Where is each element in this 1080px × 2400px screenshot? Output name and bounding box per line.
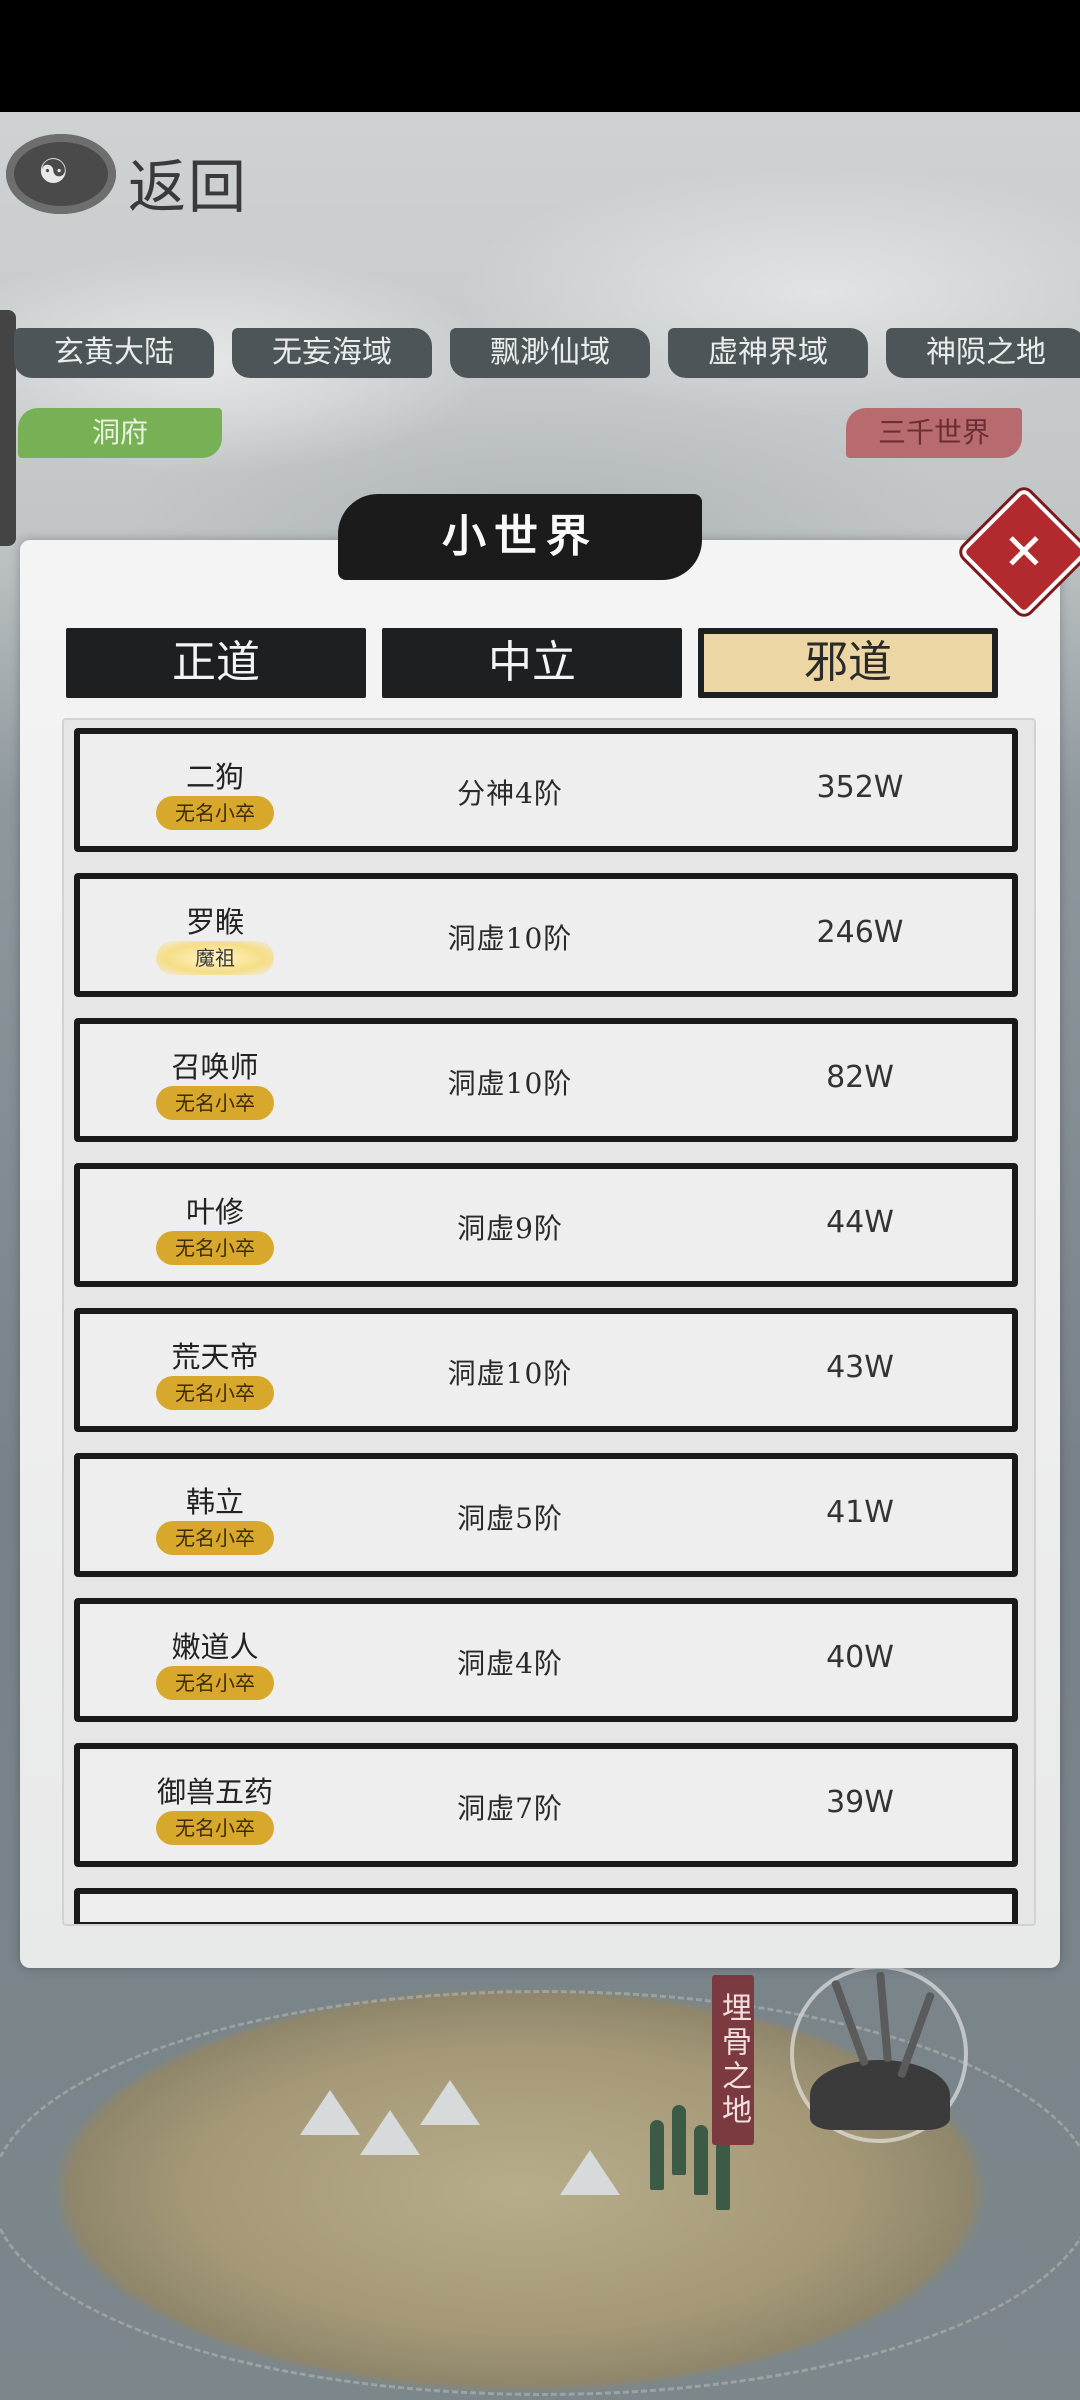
cultivation-realm: 洞虚7阶 (457, 1792, 563, 1825)
close-icon: ✕ (1003, 523, 1045, 581)
player-name: 荒天帝 (171, 1340, 259, 1374)
rank-row[interactable]: 御兽五药 无名小卒 洞虚7阶 39W (74, 1743, 1018, 1867)
rank-row-partial[interactable] (74, 1888, 1018, 1924)
combat-power: 246W (816, 915, 904, 950)
rank-row[interactable]: 荒天帝 无名小卒 洞虚10阶 43W (74, 1308, 1018, 1432)
return-button[interactable]: ☯ 返回 (0, 112, 280, 282)
title-badge: 无名小卒 (156, 1521, 274, 1555)
cultivation-realm: 洞虚9阶 (457, 1212, 563, 1245)
title-badge: 无名小卒 (156, 1811, 274, 1845)
combat-power: 40W (826, 1640, 894, 1675)
rank-list[interactable]: 二狗 无名小卒 分神4阶 352W 罗睺 魔祖 洞虚10阶 246W 召唤师 无… (62, 718, 1036, 1926)
combat-power: 41W (826, 1495, 894, 1530)
player-name: 御兽五药 (156, 1775, 273, 1809)
mountain-icon (300, 2090, 360, 2135)
tree-icon (694, 2125, 708, 2195)
region-sign-label: 埋骨之地 (716, 1992, 751, 2128)
cultivation-realm: 洞虚10阶 (447, 922, 573, 955)
tab-evil[interactable]: 邪道 (698, 628, 998, 698)
tab-neutral[interactable]: 中立 (382, 628, 682, 698)
cultivation-realm: 洞虚10阶 (447, 1067, 573, 1100)
dialog-title: 小世界 (338, 494, 702, 580)
rank-row[interactable]: 韩立 无名小卒 洞虚5阶 41W (74, 1453, 1018, 1577)
rank-row[interactable]: 二狗 无名小卒 分神4阶 352W (74, 728, 1018, 852)
tab-wuwang-sea[interactable]: 无妄海域 (232, 328, 432, 378)
tab-shenyun-land[interactable]: 神陨之地 (886, 328, 1080, 378)
tab-righteous[interactable]: 正道 (66, 628, 366, 698)
cultivation-realm: 洞虚10阶 (447, 1357, 573, 1390)
tree-icon (716, 2140, 730, 2210)
player-name: 嫩道人 (171, 1630, 259, 1664)
rank-row[interactable]: 召唤师 无名小卒 洞虚10阶 82W (74, 1018, 1018, 1142)
combat-power: 44W (826, 1205, 894, 1240)
player-name: 罗睺 (185, 905, 244, 939)
mountain-icon (560, 2150, 620, 2195)
player-name: 召唤师 (171, 1050, 259, 1084)
tab-xuanhuang-continent[interactable]: 玄黄大陆 (14, 328, 214, 378)
cultivation-realm: 分神4阶 (457, 777, 563, 810)
tab-xushen-realm[interactable]: 虚神界域 (668, 328, 868, 378)
cultivation-realm: 洞虚5阶 (457, 1502, 563, 1535)
sword-rock-icon (810, 2060, 950, 2130)
mountain-icon (420, 2080, 480, 2125)
taiji-glyph-icon: ☯ (38, 152, 69, 192)
title-badge: 无名小卒 (156, 1666, 274, 1700)
cultivation-realm: 洞虚4阶 (457, 1647, 563, 1680)
combat-power: 352W (816, 770, 904, 805)
cave-button[interactable]: 洞府 (18, 408, 222, 458)
player-name: 叶修 (185, 1195, 244, 1229)
title-badge: 无名小卒 (156, 1231, 274, 1265)
tree-icon (650, 2120, 664, 2190)
rank-row[interactable]: 嫩道人 无名小卒 洞虚4阶 40W (74, 1598, 1018, 1722)
rank-row[interactable]: 叶修 无名小卒 洞虚9阶 44W (74, 1163, 1018, 1287)
tab-piaomiao-realm[interactable]: 飘渺仙域 (450, 328, 650, 378)
player-name: 韩立 (185, 1485, 244, 1519)
combat-power: 39W (826, 1785, 894, 1820)
tree-icon (672, 2105, 686, 2175)
mountain-icon (360, 2110, 420, 2155)
title-badge: 魔祖 (156, 941, 274, 975)
region-sign-burial-land[interactable]: 埋骨之地 (712, 1975, 754, 2145)
title-badge: 无名小卒 (156, 1376, 274, 1410)
player-name: 二狗 (185, 760, 244, 794)
rank-row[interactable]: 罗睺 魔祖 洞虚10阶 246W (74, 873, 1018, 997)
three-thousand-worlds-button[interactable]: 三千世界 (846, 408, 1022, 458)
title-badge: 无名小卒 (156, 1086, 274, 1120)
combat-power: 43W (826, 1350, 894, 1385)
return-label: 返回 (128, 153, 249, 221)
title-badge: 无名小卒 (156, 796, 274, 830)
combat-power: 82W (826, 1060, 894, 1095)
